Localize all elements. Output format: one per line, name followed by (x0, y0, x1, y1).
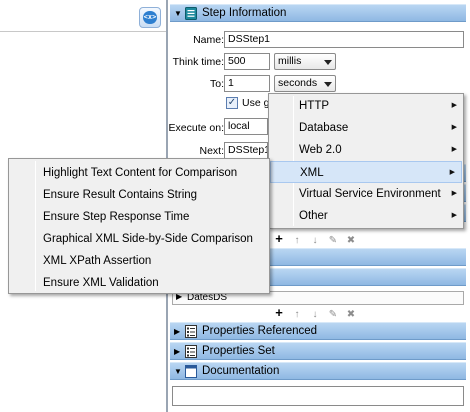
properties-set-header[interactable]: ▶ Properties Set (170, 342, 466, 360)
expand-triangle-icon[interactable]: ▶ (174, 347, 180, 356)
move-down-icon[interactable]: ↓ (306, 235, 324, 246)
edit-icon[interactable]: ✎ (324, 309, 342, 320)
section-title: Properties Referenced (202, 325, 318, 337)
menu-item-label: Other (299, 210, 328, 222)
section-title: Properties Set (202, 345, 275, 357)
think-time-unit-select[interactable]: millis (274, 53, 336, 70)
name-label: Name: (193, 34, 224, 46)
to-unit-select[interactable]: seconds (274, 75, 336, 92)
menu-item-label: Database (299, 122, 349, 134)
submenu-arrow-icon: ▶ (449, 169, 455, 176)
move-up-icon[interactable]: ↑ (288, 309, 306, 320)
submenu-arrow-icon: ▶ (451, 102, 457, 109)
menu-item-label: Virtual Service Environment (299, 188, 441, 200)
chevron-down-icon (324, 60, 332, 65)
to-label: To: (209, 78, 224, 90)
chevron-down-icon (324, 82, 332, 87)
menu-item-vse[interactable]: Virtual Service Environment ▶ (269, 183, 463, 205)
step-information-header[interactable]: ▼ Step Information (170, 4, 466, 22)
next-label: Next: (199, 145, 224, 157)
property-list-icon (185, 325, 197, 338)
xml-icon: <x> (143, 11, 157, 24)
property-list-icon (185, 345, 197, 358)
xml-submenu: Highlight Text Content for Comparison En… (8, 158, 270, 294)
section-title: Documentation (202, 365, 280, 377)
left-pane-divider (0, 31, 166, 32)
move-up-icon[interactable]: ↑ (288, 235, 306, 246)
menu-item-label: HTTP (299, 100, 330, 112)
submenu-arrow-icon: ▶ (451, 212, 457, 219)
next-field[interactable]: DSStep1 (224, 142, 268, 159)
menu-item-label: Ensure Step Response Time (43, 211, 190, 223)
menu-item-ensure-result-contains[interactable]: Ensure Result Contains String (9, 184, 269, 206)
toolbar: + ↑ ↓ ✎ ✖ (270, 305, 360, 320)
think-time-unit-value: millis (278, 55, 302, 67)
execute-on-field[interactable]: local (224, 118, 268, 135)
documentation-header[interactable]: ▼ Documentation (170, 362, 466, 380)
use-checkbox[interactable]: ✓ (226, 97, 238, 109)
expand-triangle-icon[interactable]: ▼ (174, 367, 182, 376)
menu-item-database[interactable]: Database ▶ (269, 117, 463, 139)
properties-referenced-header[interactable]: ▶ Properties Referenced (170, 322, 466, 340)
think-time-label: Think time: (172, 56, 224, 68)
note-icon (185, 365, 197, 378)
menu-item-other[interactable]: Other ▶ (269, 205, 463, 227)
menu-item-http[interactable]: HTTP ▶ (269, 95, 463, 117)
delete-icon[interactable]: ✖ (342, 309, 360, 320)
menu-item-label: Web 2.0 (299, 144, 342, 156)
add-icon[interactable]: + (270, 305, 288, 320)
xml-toggle-button[interactable]: <x> (139, 7, 161, 28)
submenu-arrow-icon: ▶ (451, 146, 457, 153)
document-icon (185, 7, 197, 20)
menu-item-xpath-assertion[interactable]: XML XPath Assertion (9, 250, 269, 272)
documentation-textarea[interactable] (172, 386, 464, 406)
menu-item-highlight-text[interactable]: Highlight Text Content for Comparison (9, 162, 269, 184)
menu-item-label: Highlight Text Content for Comparison (43, 167, 238, 179)
to-unit-value: seconds (278, 77, 318, 89)
menu-item-label: XML (300, 167, 324, 179)
menu-item-xml[interactable]: XML ▶ (270, 161, 462, 183)
menu-item-graphical-xml-compare[interactable]: Graphical XML Side-by-Side Comparison (9, 228, 269, 250)
edit-icon[interactable]: ✎ (324, 235, 342, 246)
submenu-arrow-icon: ▶ (451, 190, 457, 197)
menu-item-label: Ensure Result Contains String (43, 189, 198, 201)
add-icon[interactable]: + (270, 231, 288, 246)
to-field[interactable]: 1 (224, 75, 270, 92)
use-checkbox-label: Use g (242, 97, 270, 109)
name-field[interactable]: DSStep1 (224, 31, 464, 48)
menu-item-ensure-response-time[interactable]: Ensure Step Response Time (9, 206, 269, 228)
menu-item-xml-validation[interactable]: Ensure XML Validation (9, 272, 269, 294)
think-time-field[interactable]: 500 (224, 53, 270, 70)
move-down-icon[interactable]: ↓ (306, 309, 324, 320)
toolbar: + ↑ ↓ ✎ ✖ (270, 231, 360, 246)
section-title: Step Information (202, 7, 287, 19)
menu-item-label: XML XPath Assertion (43, 255, 152, 267)
expand-triangle-icon[interactable]: ▶ (174, 327, 180, 336)
context-menu: HTTP ▶ Database ▶ Web 2.0 ▶ XML ▶ Virtua… (268, 93, 464, 229)
execute-on-label: Execute on: (168, 122, 224, 134)
expand-triangle-icon[interactable]: ▼ (174, 9, 182, 18)
menu-item-label: Ensure XML Validation (43, 277, 159, 289)
delete-icon[interactable]: ✖ (342, 235, 360, 246)
submenu-arrow-icon: ▶ (451, 124, 457, 131)
menu-item-label: Graphical XML Side-by-Side Comparison (43, 233, 253, 245)
menu-item-web20[interactable]: Web 2.0 ▶ (269, 139, 463, 161)
